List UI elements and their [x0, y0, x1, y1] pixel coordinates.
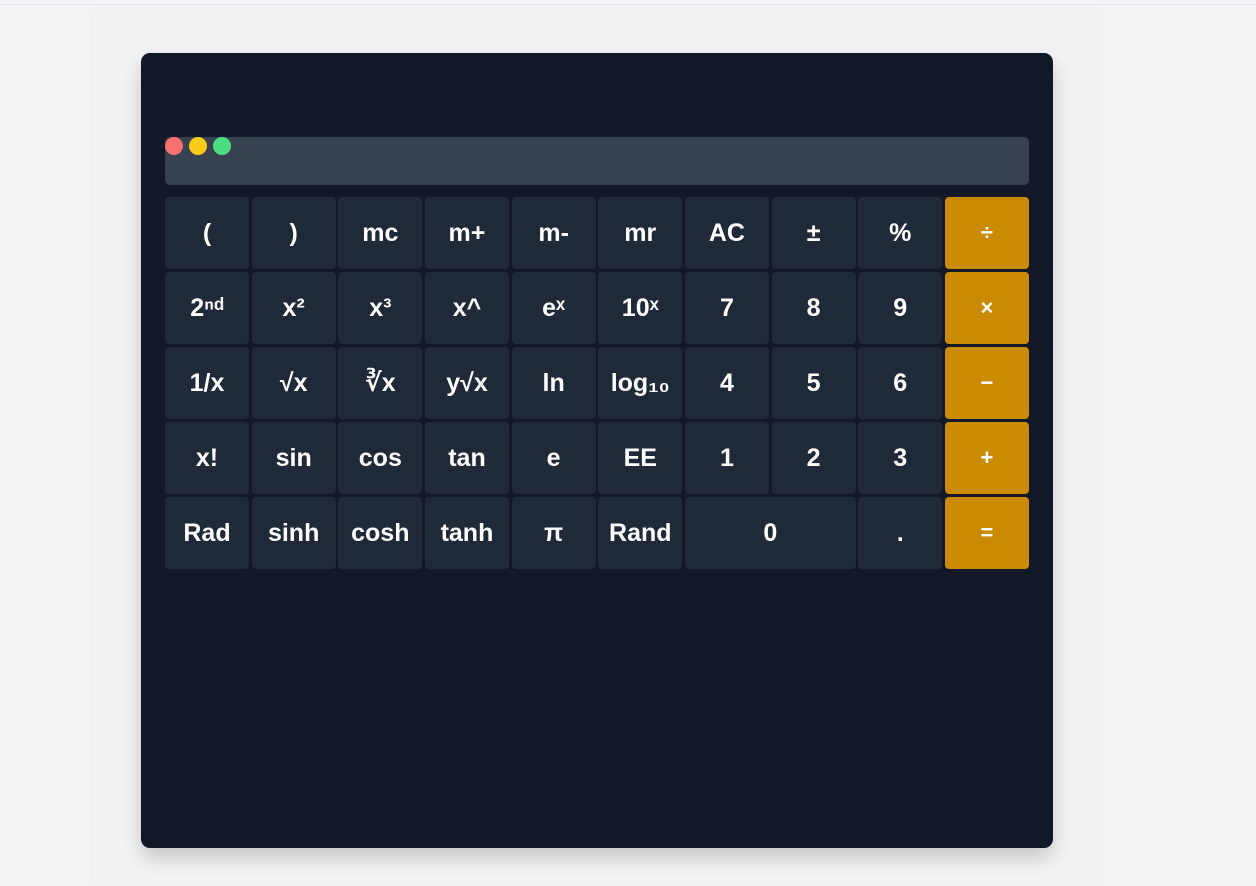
keypad: ( ) mc m+ m- mr AC ± % ÷ 2ⁿᵈ x² x³ x^ eˣ… — [165, 197, 1029, 569]
key-equals[interactable]: = — [944, 497, 1029, 569]
key-1[interactable]: 1 — [684, 422, 769, 494]
key-all-clear[interactable]: AC — [684, 197, 769, 269]
key-rad[interactable]: Rad — [165, 497, 249, 569]
key-0[interactable]: 0 — [684, 497, 856, 569]
key-ten-power[interactable]: 10ˣ — [598, 272, 683, 344]
key-second[interactable]: 2ⁿᵈ — [165, 272, 249, 344]
key-open-paren[interactable]: ( — [165, 197, 249, 269]
key-cosh[interactable]: cosh — [338, 497, 423, 569]
calculator: ( ) mc m+ m- mr AC ± % ÷ 2ⁿᵈ x² x³ x^ eˣ… — [141, 53, 1053, 848]
key-decimal[interactable]: . — [858, 497, 943, 569]
key-2[interactable]: 2 — [771, 422, 856, 494]
key-sinh[interactable]: sinh — [251, 497, 336, 569]
key-cube[interactable]: x³ — [338, 272, 423, 344]
key-exp[interactable]: eˣ — [511, 272, 596, 344]
key-memory-add[interactable]: m+ — [424, 197, 509, 269]
key-6[interactable]: 6 — [858, 347, 943, 419]
key-5[interactable]: 5 — [771, 347, 856, 419]
key-4[interactable]: 4 — [684, 347, 769, 419]
key-cube-root[interactable]: ∛x — [338, 347, 423, 419]
key-memory-subtract[interactable]: m- — [511, 197, 596, 269]
key-log10[interactable]: log₁₀ — [598, 347, 683, 419]
key-subtract[interactable]: − — [944, 347, 1029, 419]
key-percent[interactable]: % — [858, 197, 943, 269]
key-tan[interactable]: tan — [424, 422, 509, 494]
minimize-window-icon[interactable] — [189, 137, 207, 155]
display — [165, 137, 1029, 185]
key-memory-clear[interactable]: mc — [338, 197, 423, 269]
key-reciprocal[interactable]: 1/x — [165, 347, 249, 419]
key-ln[interactable]: ln — [511, 347, 596, 419]
key-multiply[interactable]: × — [944, 272, 1029, 344]
key-tanh[interactable]: tanh — [424, 497, 509, 569]
key-ee[interactable]: EE — [598, 422, 683, 494]
key-divide[interactable]: ÷ — [944, 197, 1029, 269]
key-power[interactable]: x^ — [424, 272, 509, 344]
key-memory-recall[interactable]: mr — [598, 197, 683, 269]
key-rand[interactable]: Rand — [598, 497, 683, 569]
close-window-icon[interactable] — [165, 137, 183, 155]
key-nth-root[interactable]: y√x — [424, 347, 509, 419]
key-cos[interactable]: cos — [338, 422, 423, 494]
key-add[interactable]: + — [944, 422, 1029, 494]
key-factorial[interactable]: x! — [165, 422, 249, 494]
key-close-paren[interactable]: ) — [251, 197, 336, 269]
maximize-window-icon[interactable] — [213, 137, 231, 155]
key-square-root[interactable]: √x — [251, 347, 336, 419]
key-sin[interactable]: sin — [251, 422, 336, 494]
key-3[interactable]: 3 — [858, 422, 943, 494]
key-8[interactable]: 8 — [771, 272, 856, 344]
top-border — [0, 0, 1256, 5]
key-e[interactable]: e — [511, 422, 596, 494]
key-pi[interactable]: π — [511, 497, 596, 569]
key-7[interactable]: 7 — [684, 272, 769, 344]
key-plus-minus[interactable]: ± — [771, 197, 856, 269]
key-9[interactable]: 9 — [858, 272, 943, 344]
key-square[interactable]: x² — [251, 272, 336, 344]
